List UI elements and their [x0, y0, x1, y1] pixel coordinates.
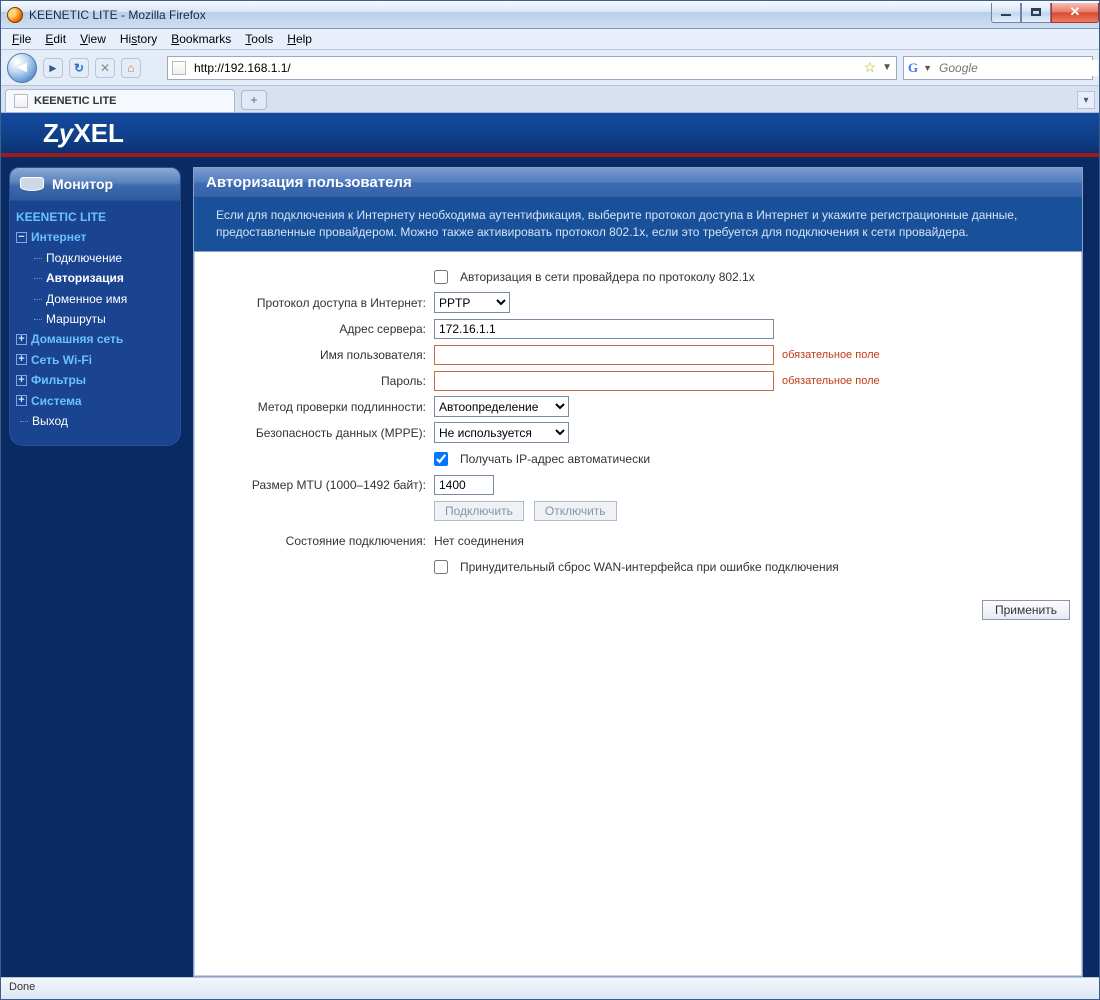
required-username: обязательное поле [782, 349, 880, 361]
sidebar-item-authorization[interactable]: Авторизация [16, 268, 174, 288]
search-input[interactable] [937, 60, 1098, 76]
sidebar-monitor-label: Монитор [52, 176, 113, 192]
checkbox-force-reset[interactable] [434, 560, 448, 574]
checkbox-8021x[interactable] [434, 270, 448, 284]
value-conn-state: Нет соединения [434, 534, 524, 548]
search-box[interactable]: G ▼ 🔍 [903, 56, 1093, 80]
label-protocol: Протокол доступа в Интернет: [204, 296, 434, 310]
tab-title: KEENETIC LITE [34, 95, 117, 107]
label-password: Пароль: [204, 374, 434, 388]
menu-tools[interactable]: Tools [238, 30, 280, 48]
menu-view[interactable]: View [73, 30, 113, 48]
window-frame: KEENETIC LITE - Mozilla Firefox ✕ File E… [0, 0, 1100, 1000]
firefox-icon [7, 7, 23, 23]
tab-list-dropdown[interactable]: ▾ [1077, 91, 1095, 109]
google-icon: G [908, 60, 918, 76]
browser-menubar: File Edit View History Bookmarks Tools H… [1, 29, 1099, 50]
config-panel: Авторизация пользователя Если для подклю… [193, 167, 1083, 977]
menu-file[interactable]: File [5, 30, 38, 48]
window-maximize-button[interactable] [1021, 3, 1051, 23]
apply-button[interactable]: Применить [982, 600, 1070, 620]
url-bar[interactable]: ☆ ▼ [167, 56, 897, 80]
label-conn-state: Состояние подключения: [204, 534, 434, 548]
bookmark-star-icon[interactable]: ☆ [864, 59, 877, 76]
page-icon [172, 61, 186, 75]
menu-edit[interactable]: Edit [38, 30, 73, 48]
window-close-button[interactable]: ✕ [1051, 3, 1099, 23]
label-force-reset: Принудительный сброс WAN-интерфейса при … [460, 560, 839, 574]
label-server: Адрес сервера: [204, 322, 434, 336]
panel-footer: Применить [194, 592, 1082, 630]
tab-page-icon [14, 94, 28, 108]
sidebar-cat-wifi[interactable]: Сеть Wi-Fi [16, 350, 174, 370]
required-password: обязательное поле [782, 375, 880, 387]
sidebar-monitor-header[interactable]: Монитор [9, 167, 181, 201]
input-server-address[interactable] [434, 319, 774, 339]
status-text: Done [9, 981, 35, 993]
browser-tabstrip: KEENETIC LITE + ▾ [1, 86, 1099, 113]
sidebar-cat-home-net[interactable]: Домашняя сеть [16, 329, 174, 349]
disconnect-button: Отключить [534, 501, 617, 521]
sidebar-tree: KEENETIC LITE Интернет Подключение Автор… [9, 201, 181, 446]
browser-navbar: ◄ ► ↻ ✕ ⌂ ☆ ▼ G ▼ 🔍 [1, 50, 1099, 86]
checkbox-auto-ip[interactable] [434, 452, 448, 466]
nav-back-button[interactable]: ◄ [7, 53, 37, 83]
panel-title: Авторизация пользователя [194, 168, 1082, 197]
connect-button: Подключить [434, 501, 524, 521]
browser-statusbar: Done [1, 977, 1099, 999]
nav-reload-button[interactable]: ↻ [69, 58, 89, 78]
label-8021x: Авторизация в сети провайдера по протоко… [460, 270, 755, 284]
select-mppe[interactable]: Не используется [434, 422, 569, 443]
sidebar-item-domain-name[interactable]: Доменное имя [16, 289, 174, 309]
sidebar: Монитор KEENETIC LITE Интернет Подключен… [9, 167, 181, 977]
sidebar-item-routes[interactable]: Маршруты [16, 309, 174, 329]
window-titlebar: KEENETIC LITE - Mozilla Firefox ✕ [1, 1, 1099, 29]
window-title: KEENETIC LITE - Mozilla Firefox [29, 8, 206, 22]
nav-home-button[interactable]: ⌂ [121, 58, 141, 78]
window-minimize-button[interactable] [991, 3, 1021, 23]
menu-history[interactable]: History [113, 30, 164, 48]
label-mtu: Размер MTU (1000–1492 байт): [204, 478, 434, 492]
label-auto-ip: Получать IP-адрес автоматически [460, 452, 650, 466]
sidebar-cat-system[interactable]: Система [16, 391, 174, 411]
select-auth-method[interactable]: Автоопределение [434, 396, 569, 417]
nav-stop-button[interactable]: ✕ [95, 58, 115, 78]
menu-help[interactable]: Help [280, 30, 319, 48]
nav-forward-button[interactable]: ► [43, 58, 63, 78]
sidebar-item-logout[interactable]: Выход [16, 411, 174, 431]
url-dropdown-icon[interactable]: ▼ [882, 62, 892, 73]
sidebar-cat-filters[interactable]: Фильтры [16, 370, 174, 390]
select-protocol[interactable]: PPTP [434, 292, 510, 313]
new-tab-button[interactable]: + [241, 90, 267, 110]
input-mtu[interactable] [434, 475, 494, 495]
sidebar-cat-internet[interactable]: Интернет [16, 227, 174, 247]
input-username[interactable] [434, 345, 774, 365]
browser-tab[interactable]: KEENETIC LITE [5, 89, 235, 112]
monitor-icon [20, 177, 44, 191]
page-content: ZyXEL Монитор KEENETIC LITE Интернет Под… [1, 113, 1099, 977]
sidebar-item-connection[interactable]: Подключение [16, 248, 174, 268]
search-engine-drop-icon[interactable]: ▼ [923, 63, 932, 73]
label-auth-method: Метод проверки подлинности: [204, 400, 434, 414]
url-input[interactable] [192, 60, 858, 76]
sidebar-root[interactable]: KEENETIC LITE [16, 207, 174, 227]
label-mppe: Безопасность данных (MPPE): [204, 426, 434, 440]
input-password[interactable] [434, 371, 774, 391]
zyxel-logo: ZyXEL [43, 118, 124, 149]
menu-bookmarks[interactable]: Bookmarks [164, 30, 238, 48]
panel-info-text: Если для подключения к Интернету необход… [194, 197, 1082, 252]
brand-bar: ZyXEL [1, 113, 1099, 157]
label-username: Имя пользователя: [204, 348, 434, 362]
form-area: Авторизация в сети провайдера по протоко… [194, 252, 1082, 592]
